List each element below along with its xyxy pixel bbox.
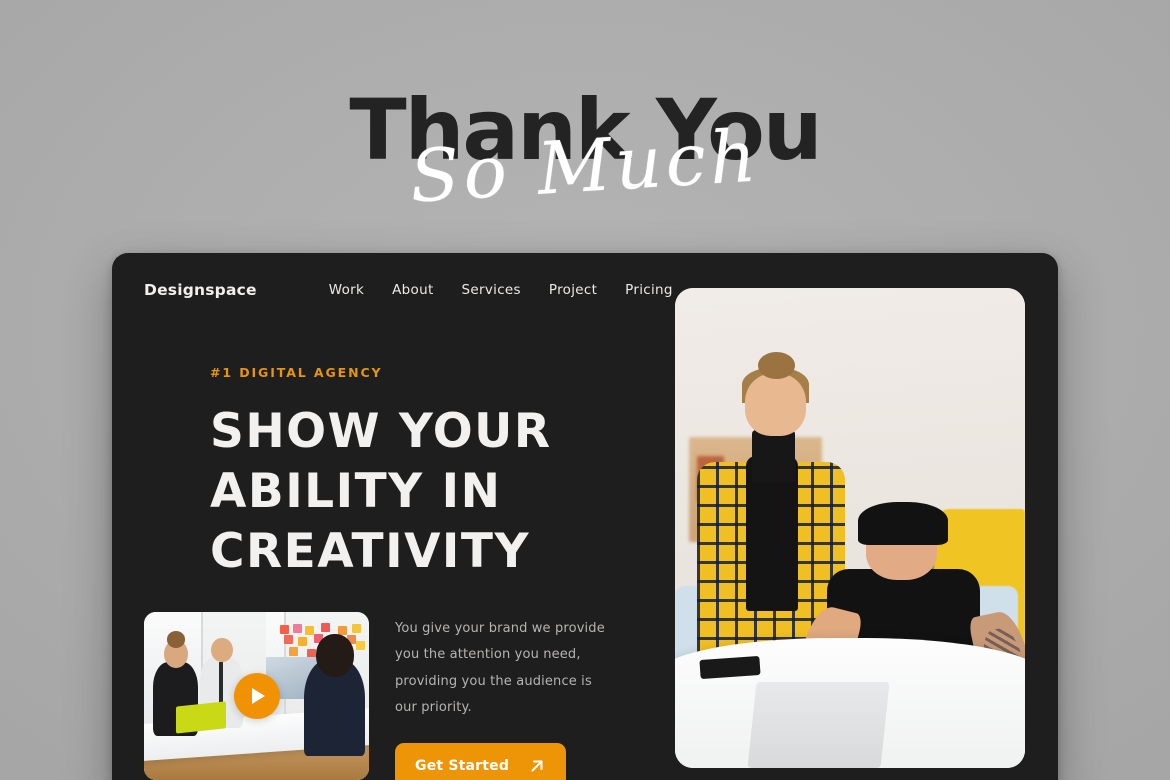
headline-line-3: CREATIVITY: [210, 524, 531, 580]
nav-links: Work About Services Project Pricing: [329, 282, 673, 298]
hero-image: [675, 288, 1025, 768]
brand-logo[interactable]: Designspace: [144, 281, 257, 299]
play-triangle: [252, 688, 265, 704]
landing-page-card: Designspace Work About Services Project …: [112, 253, 1058, 780]
hero-eyebrow: #1 DIGITAL AGENCY: [210, 365, 383, 380]
phone-on-desk: [698, 655, 760, 679]
laptop-on-desk: [747, 681, 890, 768]
hero-text-block: #1 DIGITAL AGENCY SHOW YOUR ABILITY IN C…: [210, 365, 610, 582]
play-icon[interactable]: [233, 673, 280, 719]
get-started-label: Get Started: [415, 757, 510, 774]
thank-you-banner: Thank You So Much: [0, 88, 1170, 219]
hero-paragraph: You give your brand we provide you the a…: [395, 621, 605, 715]
headline-line-2: ABILITY IN: [210, 464, 502, 520]
nav-item-pricing[interactable]: Pricing: [625, 282, 673, 298]
nav-item-services[interactable]: Services: [462, 282, 521, 298]
nav-item-project[interactable]: Project: [549, 282, 597, 298]
arrow-up-right-icon: [527, 756, 547, 776]
hero-copy-column: You give your brand we provide you the a…: [395, 612, 610, 780]
nav-item-work[interactable]: Work: [329, 282, 364, 298]
nav-item-about[interactable]: About: [392, 282, 433, 298]
hero-headline: SHOW YOUR ABILITY IN CREATIVITY: [210, 402, 610, 582]
headline-line-1: SHOW YOUR: [210, 404, 552, 459]
video-thumbnail[interactable]: [144, 612, 369, 780]
get-started-button[interactable]: Get Started: [395, 743, 566, 780]
